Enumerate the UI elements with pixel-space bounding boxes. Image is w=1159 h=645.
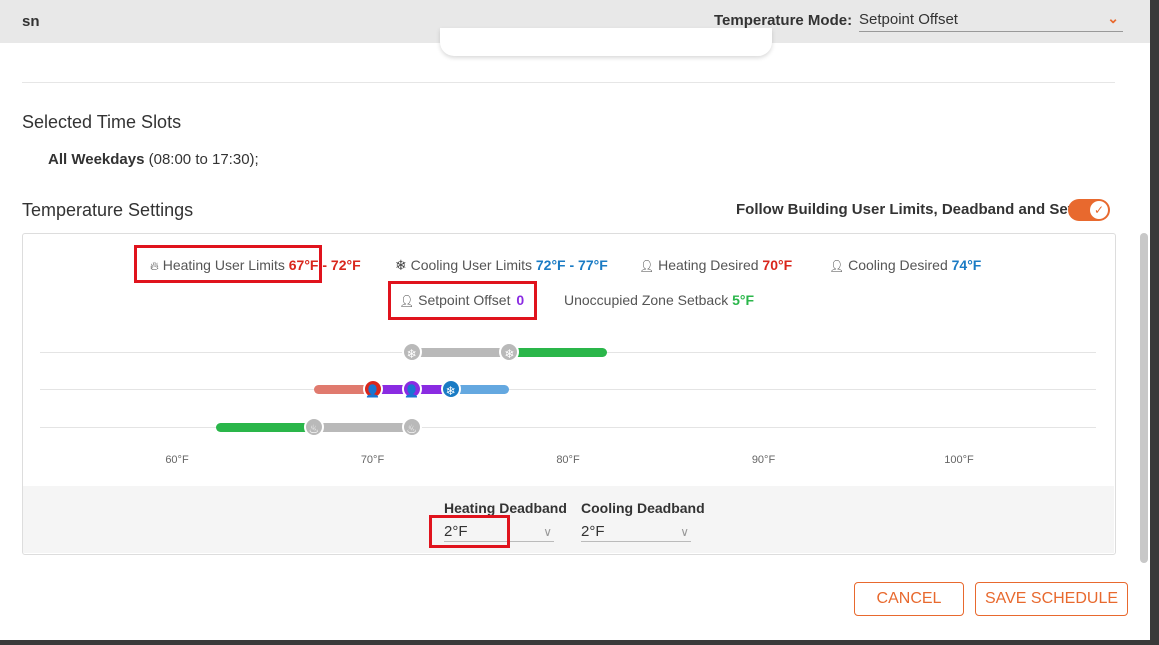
time-slot-entry: All Weekdays (08:00 to 17:30);: [48, 151, 259, 168]
user-snowflake-icon: 👤︎: [829, 259, 845, 273]
x-tick-label: 80°F: [556, 454, 580, 466]
heating-desired-label: Heating Desired: [658, 257, 759, 273]
x-tick-label: 60°F: [165, 454, 189, 466]
cooling-limit-low-handle[interactable]: ❄: [401, 342, 422, 362]
heating-setback-bar: [216, 423, 314, 432]
legend-cooling-desired: 👤︎ Cooling Desired 74°F: [829, 257, 981, 273]
heating-desired-value: 70°F: [762, 257, 793, 273]
legend-heating-desired: 👤︎ Heating Desired 70°F: [639, 257, 792, 273]
heating-limit-high-handle[interactable]: ♨: [401, 417, 422, 437]
gridline-heating: [40, 427, 1096, 428]
x-tick-label: 70°F: [360, 454, 385, 466]
legend-setback: Unoccupied Zone Setback 5°F: [564, 292, 754, 308]
heating-deadband-label: Heating Deadband: [444, 500, 567, 516]
cooling-desired-value: 74°F: [951, 257, 982, 273]
check-icon: ✓: [1090, 201, 1108, 219]
cooling-setback-bar: [509, 348, 608, 357]
cooling-limit-bar: [411, 348, 510, 357]
temperature-mode-value: Setpoint Offset: [859, 11, 958, 28]
snowflake-icon: ❄: [395, 257, 407, 273]
temperature-settings-heading: Temperature Settings: [22, 200, 194, 220]
header-title: sn: [22, 13, 40, 30]
setback-value: 5°F: [732, 292, 755, 308]
cooling-desired-label: Cooling Desired: [848, 257, 948, 273]
divider: [22, 82, 1115, 83]
heating-limit-bar: [313, 423, 412, 432]
cancel-button[interactable]: CANCEL: [854, 582, 964, 616]
legend-cooling-limits: ❄ Cooling User Limits 72°F - 77°F: [395, 257, 608, 274]
cooling-limits-value: 72°F - 77°F: [535, 257, 608, 273]
time-slot-day: All Weekdays: [48, 151, 145, 168]
deadband-section: [23, 486, 1114, 553]
save-schedule-button[interactable]: SAVE SCHEDULE: [975, 582, 1128, 616]
cooling-deadband-select[interactable]: 2°F ∨: [581, 523, 691, 542]
temperature-mode-label: Temperature Mode:: [714, 12, 853, 29]
highlight-box: [134, 245, 322, 283]
gridline-desired: [40, 389, 1096, 390]
chevron-down-icon: ∨: [680, 525, 689, 539]
follow-building-toggle[interactable]: ✓: [1068, 199, 1110, 221]
chevron-down-icon: ⌄: [1107, 10, 1119, 26]
setpoint-handle[interactable]: 👤: [401, 379, 422, 399]
time-slot-range: (08:00 to 17:30);: [144, 151, 259, 168]
time-slots-heading: Selected Time Slots: [22, 112, 182, 132]
highlight-box: [429, 515, 510, 548]
cooling-deadband-label: Cooling Deadband: [581, 500, 705, 516]
setback-label: Unoccupied Zone Setback: [564, 292, 729, 308]
heating-limit-low-handle[interactable]: ♨: [303, 417, 324, 437]
heating-desired-handle[interactable]: 👤: [362, 379, 383, 399]
schedule-card-edge: [440, 28, 772, 56]
cooling-deadband-value: 2°F: [581, 523, 605, 540]
user-flame-icon: 👤︎: [639, 259, 655, 273]
x-tick-label: 100°F: [944, 454, 974, 466]
scrollbar-thumb[interactable]: [1140, 233, 1148, 563]
highlight-box: [388, 281, 537, 320]
temperature-mode-select[interactable]: Setpoint Offset ⌄: [859, 10, 1123, 32]
chevron-down-icon: ∨: [543, 525, 552, 539]
cooling-desired-handle[interactable]: ❄: [440, 379, 461, 399]
cooling-limits-label: Cooling User Limits: [410, 257, 532, 273]
follow-building-label: Follow Building User Limits, Deadband an…: [736, 201, 1107, 218]
x-tick-label: 90°F: [751, 454, 776, 466]
schedule-modal: sn Temperature Mode: Setpoint Offset ⌄ S…: [0, 0, 1150, 640]
